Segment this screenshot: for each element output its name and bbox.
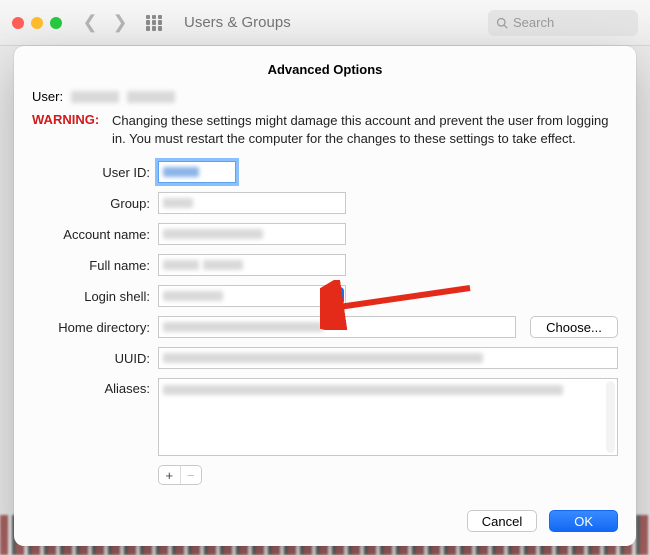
label-user-id: User ID:	[32, 165, 152, 180]
cancel-button[interactable]: Cancel	[467, 510, 537, 532]
window-traffic-lights	[12, 17, 62, 29]
full-name-value-redacted	[203, 260, 243, 270]
home-directory-value-redacted	[163, 322, 323, 332]
add-alias-button[interactable]: +	[159, 466, 180, 484]
remove-alias-button: −	[181, 466, 202, 484]
advanced-options-sheet: Advanced Options User: WARNING: Changing…	[14, 46, 636, 546]
search-input[interactable]: Search	[488, 10, 638, 36]
label-login-shell: Login shell:	[32, 289, 152, 304]
aliases-scrollbar[interactable]	[606, 381, 615, 453]
group-field[interactable]	[158, 192, 346, 214]
label-aliases: Aliases:	[32, 378, 152, 396]
back-button[interactable]: ❮	[80, 12, 100, 33]
search-icon	[496, 17, 508, 29]
titlebar: ❮ ❯ Users & Groups Search	[0, 0, 650, 46]
show-all-prefs-icon[interactable]	[146, 15, 162, 31]
label-group: Group:	[32, 196, 152, 211]
label-full-name: Full name:	[32, 258, 152, 273]
user-id-value-redacted	[163, 167, 199, 177]
home-directory-field[interactable]	[158, 316, 516, 338]
forward-button: ❯	[110, 12, 130, 33]
choose-button[interactable]: Choose...	[530, 316, 618, 338]
user-id-field[interactable]	[158, 161, 236, 183]
minimize-window-icon[interactable]	[31, 17, 43, 29]
uuid-field[interactable]	[158, 347, 618, 369]
sheet-footer: Cancel OK	[32, 502, 618, 532]
ok-button[interactable]: OK	[549, 510, 618, 532]
label-account-name: Account name:	[32, 227, 152, 242]
aliases-list[interactable]	[158, 378, 618, 456]
label-home-directory: Home directory:	[32, 320, 152, 335]
login-shell-value-redacted	[163, 291, 223, 301]
account-name-field[interactable]	[158, 223, 346, 245]
advanced-options-form: User ID: Group: Account name: Full name:	[32, 161, 618, 485]
zoom-window-icon[interactable]	[50, 17, 62, 29]
chevron-down-icon[interactable]	[326, 287, 344, 305]
account-name-value-redacted	[163, 229, 263, 239]
close-window-icon[interactable]	[12, 17, 24, 29]
search-placeholder: Search	[513, 15, 554, 30]
user-value-redacted	[127, 91, 175, 103]
alias-value-redacted	[163, 385, 563, 395]
full-name-value-redacted	[163, 260, 199, 270]
user-value-redacted	[71, 91, 119, 103]
pane-title: Users & Groups	[184, 14, 478, 31]
warning-label: WARNING:	[32, 112, 104, 147]
sheet-title: Advanced Options	[32, 62, 618, 77]
alias-add-remove: + −	[158, 465, 202, 485]
group-value-redacted	[163, 198, 193, 208]
label-uuid: UUID:	[32, 351, 152, 366]
login-shell-select[interactable]	[158, 285, 346, 307]
full-name-field[interactable]	[158, 254, 346, 276]
warning-text: Changing these settings might damage thi…	[112, 112, 618, 147]
uuid-value-redacted	[163, 353, 483, 363]
user-label: User:	[32, 89, 63, 104]
